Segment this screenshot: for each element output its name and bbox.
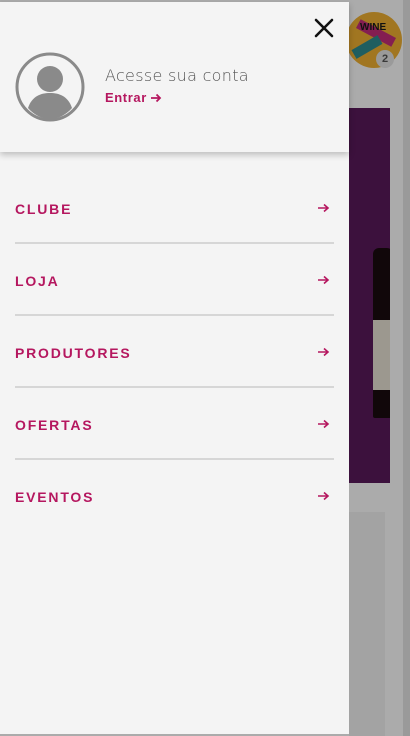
login-label: Entrar	[105, 90, 147, 105]
drawer-menu: CLUBE LOJA PRODUTORES OFERTAS EVENTOS	[15, 172, 334, 532]
login-link[interactable]: Entrar	[105, 90, 162, 105]
menu-item-label: PRODUTORES	[15, 345, 132, 361]
arrow-right-icon	[150, 93, 162, 102]
menu-item-label: OFERTAS	[15, 417, 94, 433]
close-icon[interactable]	[313, 17, 335, 39]
menu-item-label: EVENTOS	[15, 489, 95, 505]
arrow-right-icon	[318, 203, 330, 213]
menu-item-loja[interactable]: LOJA	[15, 244, 334, 316]
arrow-right-icon	[318, 275, 330, 285]
menu-item-ofertas[interactable]: OFERTAS	[15, 388, 334, 460]
arrow-right-icon	[318, 347, 330, 357]
menu-item-eventos[interactable]: EVENTOS	[15, 460, 334, 532]
arrow-right-icon	[318, 419, 330, 429]
menu-item-label: CLUBE	[15, 201, 73, 217]
arrow-right-icon	[318, 491, 330, 501]
menu-item-clube[interactable]: CLUBE	[15, 172, 334, 244]
side-drawer: Acesse sua conta Entrar CLUBE LOJA PRODU…	[0, 2, 349, 734]
drawer-header: Acesse sua conta Entrar	[0, 2, 349, 152]
user-avatar-icon[interactable]	[15, 52, 85, 122]
account-title: Acesse sua conta	[105, 66, 249, 85]
menu-item-produtores[interactable]: PRODUTORES	[15, 316, 334, 388]
menu-item-label: LOJA	[15, 273, 60, 289]
